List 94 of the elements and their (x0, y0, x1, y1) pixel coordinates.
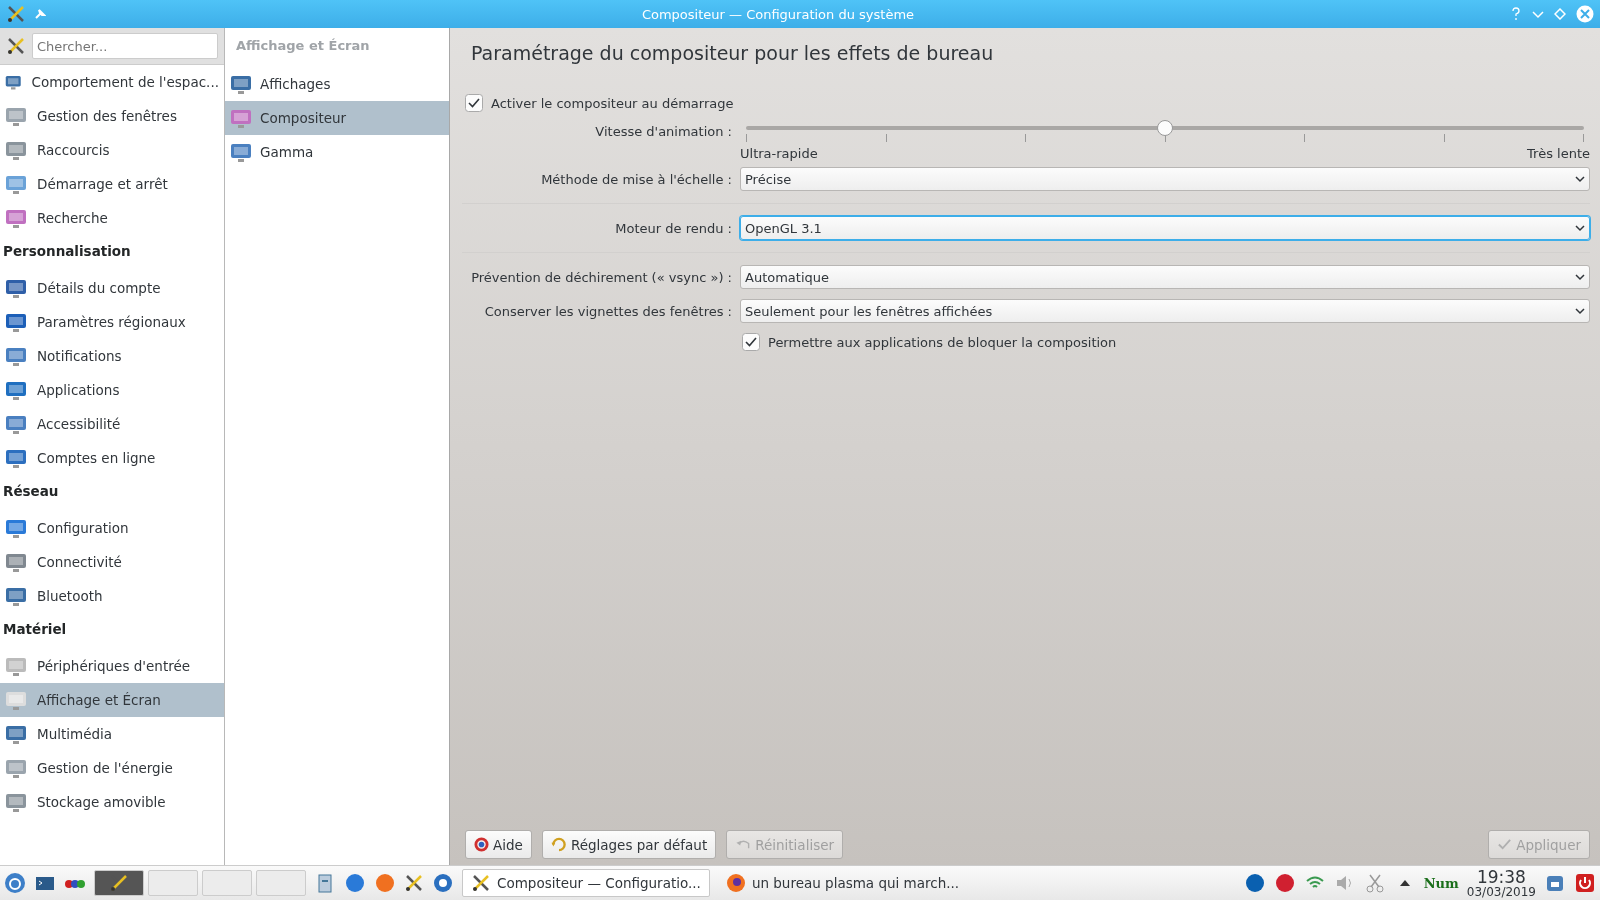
caret-icon (1575, 273, 1585, 281)
sidebar-item[interactable]: Stockage amovible (0, 785, 224, 819)
sidebar-item[interactable]: Comportement de l'espac... (0, 65, 224, 99)
help-icon[interactable] (1510, 7, 1522, 21)
dropdown[interactable]: OpenGL 3.1 (740, 216, 1590, 240)
sidebar-item[interactable]: Démarrage et arrêt (0, 167, 224, 201)
sidebar-item[interactable]: Paramètres régionaux (0, 305, 224, 339)
sidebar-item[interactable]: Connectivité (0, 545, 224, 579)
sidebar-item[interactable]: Configuration (0, 511, 224, 545)
minimize-icon[interactable] (1532, 8, 1544, 20)
slider-min-label: Ultra-rapide (740, 146, 818, 161)
module-item[interactable]: Compositeur (225, 101, 449, 135)
category-icon (5, 447, 27, 469)
action-button[interactable]: Réglages par défaut (541, 830, 717, 859)
category-icon (5, 723, 27, 745)
dropdown[interactable]: Seulement pour les fenêtres affichées (740, 299, 1590, 323)
sidebar-item[interactable]: Périphériques d'entrée (0, 649, 224, 683)
tools-icon[interactable] (404, 873, 424, 893)
sidebar-item[interactable]: Bluetooth (0, 579, 224, 613)
search-field[interactable]: Chercher... (32, 33, 218, 59)
field-label: Moteur de rendu : (614, 220, 732, 236)
category-icon (5, 105, 27, 127)
dropdown[interactable]: Automatique (740, 265, 1590, 289)
clock[interactable]: 19:38 03/03/2019 (1466, 868, 1536, 898)
category-icon (5, 311, 27, 333)
category-icon (5, 791, 27, 813)
category-title: Affichage et Écran (235, 37, 371, 55)
close-icon[interactable] (1576, 5, 1594, 23)
slider-max-label: Très lente (1527, 146, 1590, 161)
category-icon (5, 345, 27, 367)
page-heading: Paramétrage du compositeur pour les effets de bureau (471, 42, 995, 64)
action-button[interactable]: Aide (465, 830, 532, 859)
field-label: Méthode de mise à l'échelle : (540, 171, 732, 187)
sidebar-item[interactable]: Notifications (0, 339, 224, 373)
sidebar-item[interactable]: Recherche (0, 201, 224, 235)
module-icon (230, 73, 252, 95)
category-icon (5, 517, 27, 539)
dropdown[interactable]: Précise (740, 167, 1590, 191)
checkmark-icon (1497, 837, 1513, 852)
checkbox[interactable] (742, 333, 760, 351)
task-button[interactable]: un bureau plasma qui march... (717, 869, 968, 897)
field-label: Conserver les vignettes des fenêtres : (483, 303, 732, 319)
category-icon (5, 585, 27, 607)
caret-icon (1575, 175, 1585, 183)
sidebar-item[interactable]: Comptes en ligne (0, 441, 224, 475)
pager-desktop[interactable] (94, 870, 144, 896)
scissors-icon[interactable] (1363, 872, 1386, 894)
num-lock-indicator: Num (1423, 875, 1459, 891)
wrench-icon (6, 36, 26, 56)
field-label: Vitesse d'animation : (594, 123, 732, 139)
lifebuoy-icon (474, 837, 489, 852)
tools-icon (109, 873, 129, 893)
maximize-icon[interactable] (1554, 8, 1566, 20)
category-icon (5, 139, 27, 161)
category-icon (5, 757, 27, 779)
category-icon (5, 173, 27, 195)
window-title: Compositeur — Configuration du système (640, 6, 916, 22)
sidebar-item[interactable]: Détails du compte (0, 271, 224, 305)
pin-icon[interactable] (34, 8, 46, 20)
task-button[interactable]: Compositeur — Configuratio... (462, 869, 710, 897)
sidebar-item[interactable]: Multimédia (0, 717, 224, 751)
tools-icon (471, 873, 491, 893)
caret-icon (1575, 307, 1585, 315)
section-header: Réseau (2, 482, 60, 501)
module-item[interactable]: Gamma (225, 135, 449, 169)
caret-icon (1575, 224, 1585, 232)
sidebar-item[interactable]: Raccourcis (0, 133, 224, 167)
sidebar-item[interactable]: Affichage et Écran (0, 683, 224, 717)
sidebar-item[interactable]: Gestion des fenêtres (0, 99, 224, 133)
category-icon (5, 689, 27, 711)
category-icon (5, 277, 27, 299)
category-icon (5, 207, 27, 229)
sidebar-item[interactable]: Gestion de l'énergie (0, 751, 224, 785)
app-icon (6, 4, 26, 24)
power-icon[interactable] (1574, 872, 1596, 894)
category-icon (5, 379, 27, 401)
field-label: Prévention de déchirement (« vsync ») : (470, 269, 732, 285)
category-icon (5, 413, 27, 435)
section-header: Matériel (2, 620, 68, 639)
section-header: Personnalisation (2, 242, 132, 261)
gear-icon[interactable] (432, 872, 454, 894)
slider-handle[interactable] (1157, 120, 1173, 136)
category-icon (5, 655, 27, 677)
module-icon (230, 107, 252, 129)
restore-icon (550, 837, 567, 852)
checkbox-label: Activer le compositeur au démarrage (491, 95, 734, 111)
launcher-icon[interactable] (4, 872, 26, 894)
module-icon (230, 141, 252, 163)
checkbox-label: Permettre aux applications de bloquer la composition (768, 334, 1117, 350)
category-icon (5, 551, 27, 573)
sidebar-item[interactable]: Applications (0, 373, 224, 407)
module-item[interactable]: Affichages (225, 67, 449, 101)
sidebar-item[interactable]: Accessibilité (0, 407, 224, 441)
checkbox[interactable] (465, 94, 483, 112)
